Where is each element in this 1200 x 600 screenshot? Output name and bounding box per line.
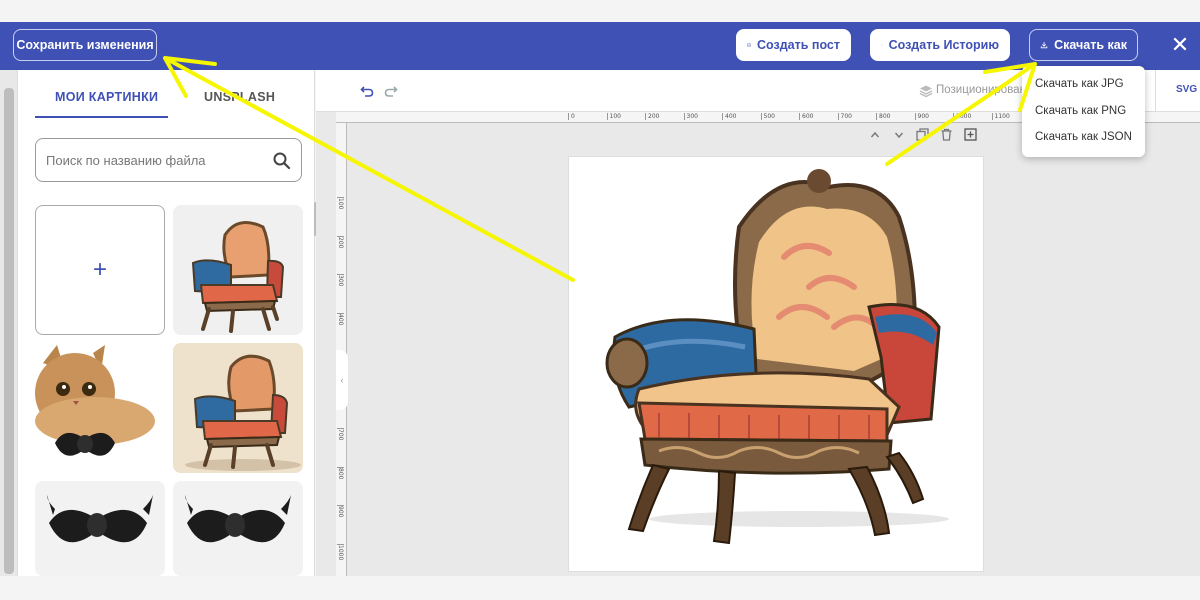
design-artboard[interactable]: [568, 156, 984, 572]
armchair-picture: [191, 221, 285, 333]
image-thumbnail-cat[interactable]: [35, 343, 165, 473]
ruler-left-tick: 800: [337, 466, 344, 479]
add-image-button[interactable]: +: [35, 205, 165, 335]
search-input[interactable]: [46, 150, 256, 170]
create-story-button[interactable]: Создать Историю: [870, 29, 1010, 61]
toolbar-divider: [1155, 70, 1156, 112]
create-post-button[interactable]: Создать пост: [736, 29, 851, 61]
ruler-top-tick: 600: [799, 113, 813, 120]
ruler-left-tick: 400: [337, 312, 344, 325]
image-thumbnail-bowtie[interactable]: [173, 481, 303, 576]
chevron-left-icon: ‹: [340, 375, 344, 385]
active-tab-indicator: [35, 116, 168, 118]
download-as-button[interactable]: Скачать как: [1029, 29, 1138, 61]
download-json-item[interactable]: Скачать как JSON: [1035, 131, 1132, 143]
create-story-label: Создать Историю: [888, 38, 999, 52]
armchair-painting-picture: [173, 343, 303, 473]
ruler-left-tick: 300: [337, 274, 344, 287]
ruler-top-tick: 500: [760, 113, 775, 120]
ruler-left-tick: 1000: [337, 543, 344, 560]
create-post-label: Создать пост: [757, 38, 840, 52]
svg-export-button[interactable]: SVG: [1176, 84, 1197, 95]
redo-icon[interactable]: [384, 84, 398, 98]
search-icon[interactable]: [272, 151, 292, 171]
collapse-panel-handle[interactable]: ‹: [336, 350, 348, 410]
add-element-icon[interactable]: [964, 128, 977, 141]
ruler-left-tick: 900: [337, 505, 344, 518]
ruler-left-tick: 700: [337, 428, 344, 441]
search-box: [35, 138, 302, 182]
undo-icon[interactable]: [360, 84, 374, 98]
ruler-top-tick: 300: [683, 113, 698, 120]
ruler-top-tick: 1100: [991, 113, 1010, 120]
ruler-top-tick: 400: [722, 113, 736, 120]
ruler-left-tick: 200: [337, 235, 344, 248]
ruler-top-tick: 200: [645, 113, 659, 120]
cat-bowtie-picture: [35, 345, 155, 456]
image-thumbnail-armchair[interactable]: [173, 205, 303, 335]
page-scrollbar-thumb[interactable]: [4, 88, 14, 574]
download-menu: Скачать как JPG Скачать как PNG Скачать …: [1022, 66, 1145, 157]
bottom-strip: [0, 576, 1200, 600]
save-changes-label: Сохранить изменения: [16, 38, 154, 52]
trash-icon[interactable]: [940, 128, 953, 141]
position-button[interactable]: Позиционирование: [936, 84, 1022, 96]
move-up-icon[interactable]: [870, 130, 880, 140]
page-scrollbar[interactable]: [0, 70, 18, 576]
story-circle-icon: [881, 44, 883, 46]
images-panel: МОИ КАРТИНКИ UNSPLASH +: [18, 70, 318, 576]
ruler-top-tick: 100: [606, 113, 621, 120]
ruler-top-tick: 0: [568, 113, 575, 120]
ruler-top-tick: 900: [914, 113, 929, 120]
image-thumbnail-bowtie[interactable]: [35, 481, 165, 576]
image-icon: [747, 43, 751, 47]
layers-icon: [919, 85, 933, 98]
download-png-item[interactable]: Скачать как PNG: [1035, 105, 1126, 117]
tab-my-images[interactable]: МОИ КАРТИНКИ: [55, 90, 158, 104]
download-icon: [1040, 41, 1048, 49]
move-down-icon[interactable]: [894, 130, 904, 140]
top-bar: Сохранить изменения Создать пост Создать…: [0, 22, 1200, 70]
ruler-top-tick: 800: [876, 113, 890, 120]
bowtie-picture: [47, 495, 153, 543]
ruler-top-tick: 700: [837, 113, 852, 120]
image-thumbnail-armchair-painting[interactable]: [173, 343, 303, 473]
bowtie-picture: [185, 495, 291, 543]
app-window: Сохранить изменения Создать пост Создать…: [0, 0, 1200, 600]
download-as-label: Скачать как: [1054, 38, 1127, 52]
duplicate-icon[interactable]: [916, 128, 929, 141]
armchair-canvas-image[interactable]: [569, 157, 984, 572]
save-changes-button[interactable]: Сохранить изменения: [13, 29, 157, 61]
plus-icon: +: [92, 256, 107, 283]
download-jpg-item[interactable]: Скачать как JPG: [1035, 78, 1124, 90]
ruler-top-tick: 1000: [953, 113, 971, 120]
ruler-left-tick: 100: [337, 197, 344, 210]
tab-unsplash[interactable]: UNSPLASH: [204, 90, 275, 104]
close-icon[interactable]: ✕: [1168, 33, 1192, 57]
